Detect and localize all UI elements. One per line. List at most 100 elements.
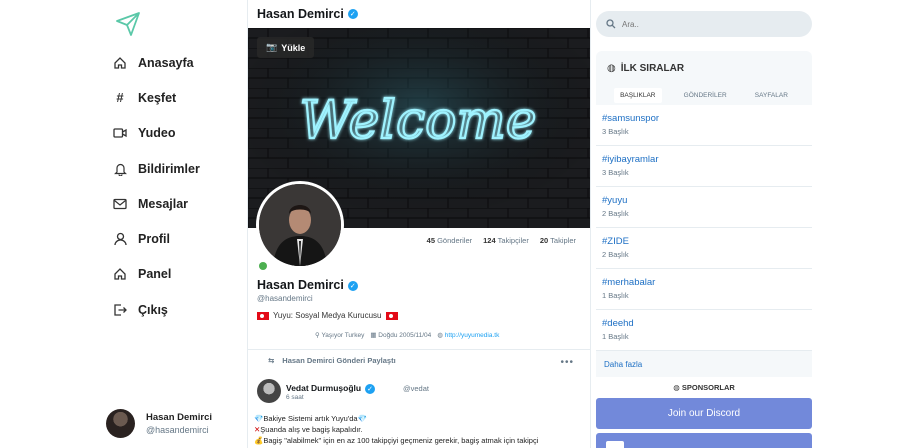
profile-name-text: Hasan Demirci bbox=[257, 278, 344, 292]
page-title: Hasan Demirci bbox=[257, 7, 344, 21]
post-line: 💎Bakiye Sistemi artık Yuyu'da💎 bbox=[254, 413, 538, 424]
post-line-text: Bagiş "alabilmek" için en az 100 takipçi… bbox=[263, 436, 539, 445]
profile-handle: @hasandemirci bbox=[257, 294, 313, 303]
location-text: Yaşıyor Turkey bbox=[321, 332, 365, 339]
nav-label: Profil bbox=[138, 232, 170, 247]
discord-widget[interactable] bbox=[596, 433, 812, 448]
globe-icon: ◍ bbox=[607, 62, 616, 74]
hash-icon: # bbox=[116, 90, 124, 106]
nav-label: Bildirimler bbox=[138, 161, 200, 176]
post-line-text: Bakiye Sistemi artık Yuyu'da bbox=[263, 414, 358, 423]
trend-tag: #ZIDE bbox=[602, 236, 629, 247]
profile-avatar[interactable] bbox=[256, 181, 344, 269]
profile-photo bbox=[259, 184, 341, 266]
nav-item-kesfet[interactable]: # Keşfet bbox=[112, 80, 200, 115]
nav-label: Anasayfa bbox=[138, 55, 194, 70]
birth-text: Doğdu 2005/11/04 bbox=[378, 332, 432, 339]
divider bbox=[248, 349, 590, 350]
show-more-link[interactable]: Daha fazla bbox=[596, 351, 812, 377]
trend-count: 3 Başlık bbox=[602, 127, 629, 136]
post-author-handle: @vedat bbox=[403, 384, 429, 393]
nav-label: Keşfet bbox=[138, 90, 177, 105]
nav-label: Yudeo bbox=[138, 126, 176, 141]
website-link[interactable]: http://yuyumedia.tk bbox=[445, 332, 500, 339]
profile-meta: ⚲ Yaşıyor Turkey ▦ Doğdu 2005/11/04 ◍ ht… bbox=[315, 331, 499, 339]
profile-bio: Yuyu: Sosyal Medya Kurucusu bbox=[257, 311, 398, 320]
verified-badge-icon: ✓ bbox=[365, 383, 376, 394]
current-user-card[interactable]: Hasan Demirci @hasandemirci bbox=[106, 409, 212, 438]
post-options-button[interactable]: ••• bbox=[560, 357, 574, 368]
trends-header: ◍ İLK SIRALAR bbox=[596, 51, 812, 85]
location-info: ⚲ Yaşıyor Turkey bbox=[315, 331, 364, 339]
repost-text: Hasan Demirci Gönderi Paylaştı bbox=[282, 356, 396, 365]
join-discord-button[interactable]: Join our Discord bbox=[596, 398, 812, 429]
nav-item-profil[interactable]: Profil bbox=[112, 221, 200, 256]
turkey-flag-icon bbox=[385, 311, 398, 320]
post-line: ✕Şuanda alış ve bagiş kapalıdır. bbox=[254, 424, 538, 435]
nav-label: Panel bbox=[138, 267, 172, 282]
stat-value: 124 bbox=[483, 236, 496, 245]
trend-item[interactable]: #yuyu 2 Başlık bbox=[596, 187, 812, 228]
profile-column: Hasan Demirci ✓ Welcome 📷 Yükle 45 Gönde… bbox=[247, 0, 591, 448]
home-icon bbox=[112, 55, 128, 71]
nav-item-yudeo[interactable]: Yudeo bbox=[112, 116, 200, 151]
avatar bbox=[106, 409, 135, 438]
upload-cover-button[interactable]: 📷 Yükle bbox=[257, 37, 315, 58]
money-bag-icon: 💰 bbox=[254, 436, 264, 445]
trend-count: 1 Başlık bbox=[602, 332, 629, 341]
trend-item[interactable]: #ZIDE 2 Başlık bbox=[596, 228, 812, 269]
sponsors-heading: ◍ SPONSORLAR bbox=[596, 383, 812, 392]
profile-stats: 45 Gönderiler 124 Takipçiler 20 Takipler bbox=[427, 236, 576, 245]
trend-item[interactable]: #merhabalar 1 Başlık bbox=[596, 269, 812, 310]
user-icon bbox=[112, 231, 128, 247]
paper-plane-icon[interactable] bbox=[115, 11, 141, 37]
nav-item-panel[interactable]: Panel bbox=[112, 257, 200, 292]
trend-item[interactable]: #iyibayramlar 3 Başlık bbox=[596, 146, 812, 187]
nav-item-cikis[interactable]: Çıkış bbox=[112, 292, 200, 327]
trend-item[interactable]: #samsunspor 3 Başlık bbox=[596, 105, 812, 146]
left-sidebar: Anasayfa # Keşfet Yudeo Bildirimler Mesa… bbox=[0, 0, 247, 448]
repost-icon: ⇆ bbox=[268, 356, 275, 365]
tab-gonderiler[interactable]: GÖNDERİLER bbox=[678, 88, 733, 103]
nav-item-anasayfa[interactable]: Anasayfa bbox=[112, 45, 200, 80]
search-icon bbox=[606, 19, 616, 29]
nav-item-bildirimler[interactable]: Bildirimler bbox=[112, 151, 200, 186]
cover-text: Welcome bbox=[299, 91, 536, 151]
bell-icon bbox=[112, 161, 128, 177]
trend-count: 2 Başlık bbox=[602, 250, 629, 259]
nav-label: Mesajlar bbox=[138, 196, 189, 211]
trends-panel: ◍ İLK SIRALAR BAŞLIKLAR GÖNDERİLER SAYFA… bbox=[596, 51, 812, 377]
trends-title: İLK SIRALAR bbox=[620, 62, 685, 74]
tab-sayfalar[interactable]: SAYFALAR bbox=[749, 88, 794, 103]
stat-label: Takipçiler bbox=[497, 236, 529, 245]
trend-count: 2 Başlık bbox=[602, 209, 629, 218]
nav-item-mesajlar[interactable]: Mesajlar bbox=[112, 186, 200, 221]
trend-item[interactable]: #deehd 1 Başlık bbox=[596, 310, 812, 351]
verified-badge-icon: ✓ bbox=[347, 9, 358, 19]
online-status-dot bbox=[259, 262, 267, 270]
tab-basliklar[interactable]: BAŞLIKLAR bbox=[614, 87, 662, 103]
post-line-text: Şuanda alış ve bagiş kapalıdır. bbox=[260, 425, 363, 434]
globe-icon: ◍ bbox=[673, 383, 682, 392]
right-sidebar: ◍ İLK SIRALAR BAŞLIKLAR GÖNDERİLER SAYFA… bbox=[596, 0, 812, 448]
home-icon bbox=[112, 266, 128, 282]
post-author-avatar[interactable] bbox=[257, 379, 281, 403]
current-user-name: Hasan Demirci bbox=[146, 412, 213, 423]
bio-text: Yuyu: Sosyal Medya Kurucusu bbox=[273, 311, 382, 320]
trend-tag: #samsunspor bbox=[602, 113, 660, 124]
search-input[interactable] bbox=[622, 19, 792, 29]
nav-label: Çıkış bbox=[138, 302, 168, 317]
search-box[interactable] bbox=[596, 11, 812, 37]
stat-posts[interactable]: 45 Gönderiler bbox=[427, 236, 472, 245]
stat-label: Gönderiler bbox=[437, 236, 473, 245]
post-author-name[interactable]: Vedat Durmuşoğlu ✓ bbox=[286, 383, 376, 394]
trend-tag: #iyibayramlar bbox=[602, 154, 659, 165]
logout-icon bbox=[112, 302, 128, 318]
stat-followers[interactable]: 124 Takipçiler bbox=[483, 236, 529, 245]
profile-name: Hasan Demirci ✓ bbox=[257, 278, 358, 292]
stat-following[interactable]: 20 Takipler bbox=[540, 236, 576, 245]
current-user-handle: @hasandemirci bbox=[146, 425, 209, 435]
trend-count: 1 Başlık bbox=[602, 291, 629, 300]
camera-icon: 📷 bbox=[266, 42, 278, 52]
stat-value: 45 bbox=[426, 236, 435, 245]
